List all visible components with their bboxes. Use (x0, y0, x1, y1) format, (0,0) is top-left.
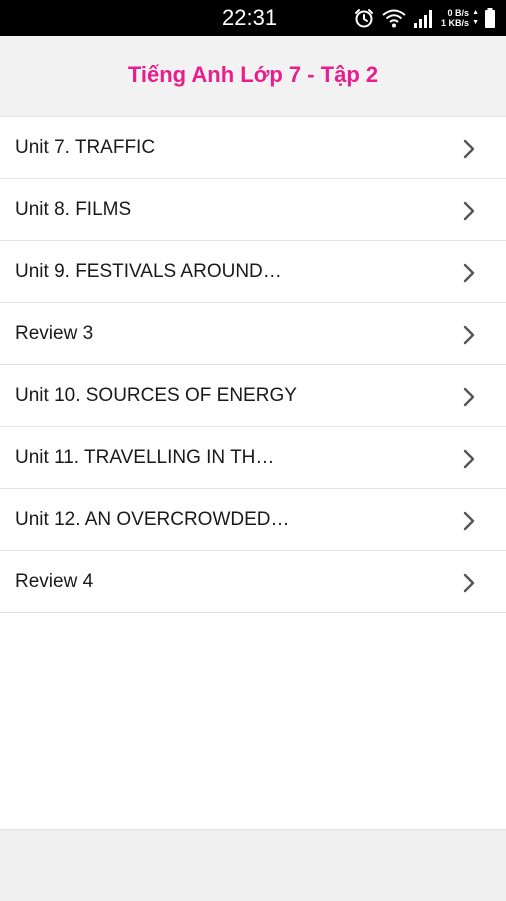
list-item-label: Unit 12. AN OVERCROWDED… (15, 509, 290, 530)
unit-list: Unit 7. TRAFFIC Unit 8. FILMS Unit 9. FE… (0, 117, 506, 613)
list-item-unit-10[interactable]: Unit 10. SOURCES OF ENERGY (0, 365, 506, 427)
list-item-unit-12[interactable]: Unit 12. AN OVERCROWDED… (0, 489, 506, 551)
alarm-icon (355, 9, 374, 28)
chevron-right-icon (463, 449, 475, 469)
net-down-speed: 1 KB/s (441, 18, 470, 28)
list-item-review-3[interactable]: Review 3 (0, 303, 506, 365)
status-time: 22:31 (222, 5, 278, 30)
network-speed: 0 B/s ▲ 1 KB/s ▼ (441, 8, 479, 28)
list-item-label: Unit 7. TRAFFIC (15, 137, 156, 158)
battery-icon (485, 8, 495, 28)
status-icons: 0 B/s ▲ 1 KB/s ▼ (353, 5, 496, 31)
page-title: Tiếng Anh Lớp 7 - Tập 2 (127, 62, 379, 87)
list-item-label: Review 4 (15, 571, 94, 592)
chevron-right-icon (463, 387, 475, 407)
list-item-unit-11[interactable]: Unit 11. TRAVELLING IN TH… (0, 427, 506, 489)
list-item-label: Unit 8. FILMS (15, 199, 132, 220)
net-up-speed: 0 B/s (447, 8, 470, 18)
chevron-right-icon (463, 573, 475, 593)
list-item-label: Review 3 (15, 323, 94, 344)
app-header: Tiếng Anh Lớp 7 - Tập 2 (0, 36, 506, 117)
chevron-right-icon (463, 511, 475, 531)
chevron-right-icon (463, 325, 475, 345)
signal-icon (414, 10, 433, 28)
list-item-unit-7[interactable]: Unit 7. TRAFFIC (0, 117, 506, 179)
list-item-unit-9[interactable]: Unit 9. FESTIVALS AROUND… (0, 241, 506, 303)
list-item-label: Unit 9. FESTIVALS AROUND… (15, 261, 282, 282)
chevron-right-icon (463, 139, 475, 159)
list-item-label: Unit 11. TRAVELLING IN TH… (15, 447, 275, 468)
up-arrow-icon: ▲ (472, 9, 479, 16)
list-item-review-4[interactable]: Review 4 (0, 551, 506, 613)
wifi-icon (382, 9, 406, 28)
down-arrow-icon: ▼ (472, 19, 479, 26)
chevron-right-icon (463, 201, 475, 221)
list-item-unit-8[interactable]: Unit 8. FILMS (0, 179, 506, 241)
status-bar: 22:31 0 B/s ▲ 1 KB/s ▼ (0, 0, 506, 36)
chevron-right-icon (463, 263, 475, 283)
list-item-label: Unit 10. SOURCES OF ENERGY (15, 385, 297, 406)
bottom-bar (0, 829, 506, 901)
